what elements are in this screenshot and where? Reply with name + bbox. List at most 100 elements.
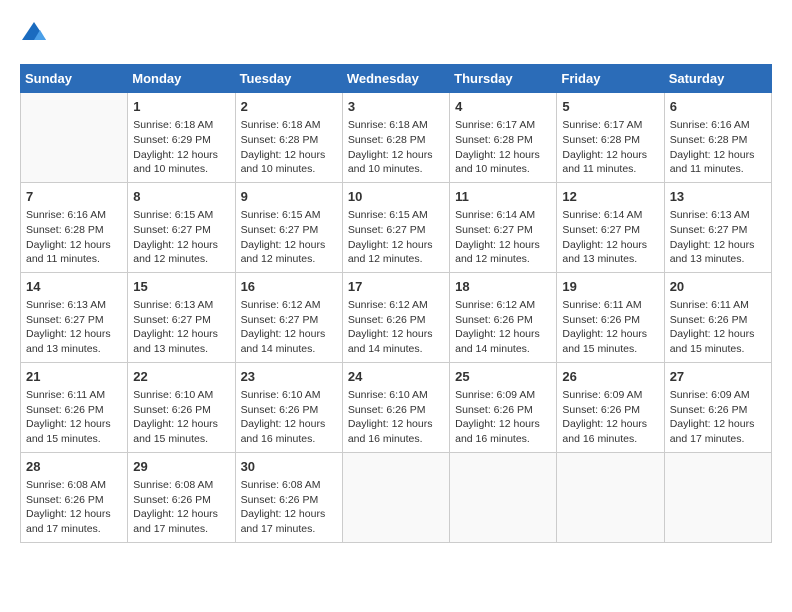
day-header: Friday: [557, 65, 664, 93]
day-header: Thursday: [450, 65, 557, 93]
calendar-cell: 26 Sunrise: 6:09 AM Sunset: 6:26 PM Dayli…: [557, 362, 664, 452]
calendar-week-row: 1Sunrise: 6:18 AM Sunset: 6:29 PM Daylig…: [21, 93, 772, 183]
calendar-cell: 30 Sunrise: 6:08 AM Sunset: 6:26 PM Dayli…: [235, 452, 342, 542]
day-number: 11: [455, 188, 551, 206]
calendar-cell: 12 Sunrise: 6:14 AM Sunset: 6:27 PM Dayli…: [557, 182, 664, 272]
calendar-header-row: SundayMondayTuesdayWednesdayThursdayFrid…: [21, 65, 772, 93]
calendar-cell: [557, 452, 664, 542]
day-header: Wednesday: [342, 65, 449, 93]
calendar-cell: 9Sunrise: 6:15 AM Sunset: 6:27 PM Daylig…: [235, 182, 342, 272]
calendar-cell: 29Sunrise: 6:08 AM Sunset: 6:26 PM Dayli…: [128, 452, 235, 542]
day-info: Sunrise: 6:10 AM Sunset: 6:26 PM Dayligh…: [133, 388, 229, 447]
day-number: 21: [26, 368, 122, 386]
calendar-cell: [21, 93, 128, 183]
day-number: 29: [133, 458, 229, 476]
calendar-cell: 20 Sunrise: 6:11 AM Sunset: 6:26 PM Dayli…: [664, 272, 771, 362]
calendar-cell: 1Sunrise: 6:18 AM Sunset: 6:29 PM Daylig…: [128, 93, 235, 183]
day-number: 22: [133, 368, 229, 386]
calendar-cell: 5 Sunrise: 6:17 AM Sunset: 6:28 PM Daylig…: [557, 93, 664, 183]
calendar-cell: 11 Sunrise: 6:14 AM Sunset: 6:27 PM Dayli…: [450, 182, 557, 272]
day-info: Sunrise: 6:15 AM Sunset: 6:27 PM Dayligh…: [348, 208, 444, 267]
day-number: 28: [26, 458, 122, 476]
day-info: Sunrise: 6:08 AM Sunset: 6:26 PM Dayligh…: [26, 478, 122, 537]
day-info: Sunrise: 6:09 AM Sunset: 6:26 PM Dayligh…: [562, 388, 658, 447]
day-info: Sunrise: 6:11 AM Sunset: 6:26 PM Dayligh…: [562, 298, 658, 357]
day-info: Sunrise: 6:10 AM Sunset: 6:26 PM Dayligh…: [348, 388, 444, 447]
day-number: 1: [133, 98, 229, 116]
day-info: Sunrise: 6:09 AM Sunset: 6:26 PM Dayligh…: [455, 388, 551, 447]
calendar-cell: 8Sunrise: 6:15 AM Sunset: 6:27 PM Daylig…: [128, 182, 235, 272]
calendar-cell: 15Sunrise: 6:13 AM Sunset: 6:27 PM Dayli…: [128, 272, 235, 362]
day-info: Sunrise: 6:13 AM Sunset: 6:27 PM Dayligh…: [26, 298, 122, 357]
calendar-cell: 3 Sunrise: 6:18 AM Sunset: 6:28 PM Daylig…: [342, 93, 449, 183]
day-info: Sunrise: 6:15 AM Sunset: 6:27 PM Dayligh…: [241, 208, 337, 267]
calendar-cell: 23 Sunrise: 6:10 AM Sunset: 6:26 PM Dayli…: [235, 362, 342, 452]
day-number: 23: [241, 368, 337, 386]
calendar-cell: [664, 452, 771, 542]
day-info: Sunrise: 6:09 AM Sunset: 6:26 PM Dayligh…: [670, 388, 766, 447]
day-info: Sunrise: 6:17 AM Sunset: 6:28 PM Dayligh…: [562, 118, 658, 177]
calendar-cell: 28 Sunrise: 6:08 AM Sunset: 6:26 PM Dayli…: [21, 452, 128, 542]
day-info: Sunrise: 6:12 AM Sunset: 6:26 PM Dayligh…: [348, 298, 444, 357]
day-number: 30: [241, 458, 337, 476]
header: [20, 20, 772, 48]
day-info: Sunrise: 6:11 AM Sunset: 6:26 PM Dayligh…: [670, 298, 766, 357]
calendar-cell: 25 Sunrise: 6:09 AM Sunset: 6:26 PM Dayli…: [450, 362, 557, 452]
day-number: 12: [562, 188, 658, 206]
day-number: 20: [670, 278, 766, 296]
calendar-cell: [450, 452, 557, 542]
day-info: Sunrise: 6:14 AM Sunset: 6:27 PM Dayligh…: [562, 208, 658, 267]
calendar-week-row: 7 Sunrise: 6:16 AM Sunset: 6:28 PM Daylig…: [21, 182, 772, 272]
calendar-cell: 27 Sunrise: 6:09 AM Sunset: 6:26 PM Dayli…: [664, 362, 771, 452]
calendar-cell: 2Sunrise: 6:18 AM Sunset: 6:28 PM Daylig…: [235, 93, 342, 183]
calendar-cell: 13Sunrise: 6:13 AM Sunset: 6:27 PM Dayli…: [664, 182, 771, 272]
day-info: Sunrise: 6:14 AM Sunset: 6:27 PM Dayligh…: [455, 208, 551, 267]
calendar-cell: 19Sunrise: 6:11 AM Sunset: 6:26 PM Dayli…: [557, 272, 664, 362]
calendar-cell: 21 Sunrise: 6:11 AM Sunset: 6:26 PM Dayli…: [21, 362, 128, 452]
calendar-cell: 17 Sunrise: 6:12 AM Sunset: 6:26 PM Dayli…: [342, 272, 449, 362]
day-info: Sunrise: 6:16 AM Sunset: 6:28 PM Dayligh…: [670, 118, 766, 177]
calendar-week-row: 28 Sunrise: 6:08 AM Sunset: 6:26 PM Dayli…: [21, 452, 772, 542]
day-number: 18: [455, 278, 551, 296]
calendar-cell: 14Sunrise: 6:13 AM Sunset: 6:27 PM Dayli…: [21, 272, 128, 362]
day-number: 13: [670, 188, 766, 206]
day-number: 26: [562, 368, 658, 386]
day-header: Saturday: [664, 65, 771, 93]
calendar-cell: 22 Sunrise: 6:10 AM Sunset: 6:26 PM Dayli…: [128, 362, 235, 452]
calendar-cell: 10 Sunrise: 6:15 AM Sunset: 6:27 PM Dayli…: [342, 182, 449, 272]
day-info: Sunrise: 6:13 AM Sunset: 6:27 PM Dayligh…: [133, 298, 229, 357]
day-info: Sunrise: 6:18 AM Sunset: 6:28 PM Dayligh…: [241, 118, 337, 177]
day-number: 3: [348, 98, 444, 116]
day-header: Tuesday: [235, 65, 342, 93]
calendar-week-row: 14Sunrise: 6:13 AM Sunset: 6:27 PM Dayli…: [21, 272, 772, 362]
calendar-cell: 16 Sunrise: 6:12 AM Sunset: 6:27 PM Dayli…: [235, 272, 342, 362]
day-number: 5: [562, 98, 658, 116]
day-info: Sunrise: 6:12 AM Sunset: 6:26 PM Dayligh…: [455, 298, 551, 357]
calendar-cell: 24 Sunrise: 6:10 AM Sunset: 6:26 PM Dayli…: [342, 362, 449, 452]
day-number: 25: [455, 368, 551, 386]
calendar-table: SundayMondayTuesdayWednesdayThursdayFrid…: [20, 64, 772, 543]
day-number: 17: [348, 278, 444, 296]
day-number: 27: [670, 368, 766, 386]
day-info: Sunrise: 6:08 AM Sunset: 6:26 PM Dayligh…: [241, 478, 337, 537]
day-info: Sunrise: 6:16 AM Sunset: 6:28 PM Dayligh…: [26, 208, 122, 267]
day-number: 7: [26, 188, 122, 206]
day-info: Sunrise: 6:18 AM Sunset: 6:28 PM Dayligh…: [348, 118, 444, 177]
day-number: 6: [670, 98, 766, 116]
day-number: 10: [348, 188, 444, 206]
day-number: 16: [241, 278, 337, 296]
calendar-cell: 4 Sunrise: 6:17 AM Sunset: 6:28 PM Daylig…: [450, 93, 557, 183]
day-number: 24: [348, 368, 444, 386]
day-number: 8: [133, 188, 229, 206]
logo-icon: [20, 20, 48, 48]
day-header: Sunday: [21, 65, 128, 93]
day-info: Sunrise: 6:12 AM Sunset: 6:27 PM Dayligh…: [241, 298, 337, 357]
calendar-cell: 6 Sunrise: 6:16 AM Sunset: 6:28 PM Daylig…: [664, 93, 771, 183]
day-info: Sunrise: 6:17 AM Sunset: 6:28 PM Dayligh…: [455, 118, 551, 177]
calendar-week-row: 21 Sunrise: 6:11 AM Sunset: 6:26 PM Dayli…: [21, 362, 772, 452]
day-number: 4: [455, 98, 551, 116]
day-header: Monday: [128, 65, 235, 93]
day-info: Sunrise: 6:11 AM Sunset: 6:26 PM Dayligh…: [26, 388, 122, 447]
calendar-cell: 18 Sunrise: 6:12 AM Sunset: 6:26 PM Dayli…: [450, 272, 557, 362]
day-info: Sunrise: 6:10 AM Sunset: 6:26 PM Dayligh…: [241, 388, 337, 447]
